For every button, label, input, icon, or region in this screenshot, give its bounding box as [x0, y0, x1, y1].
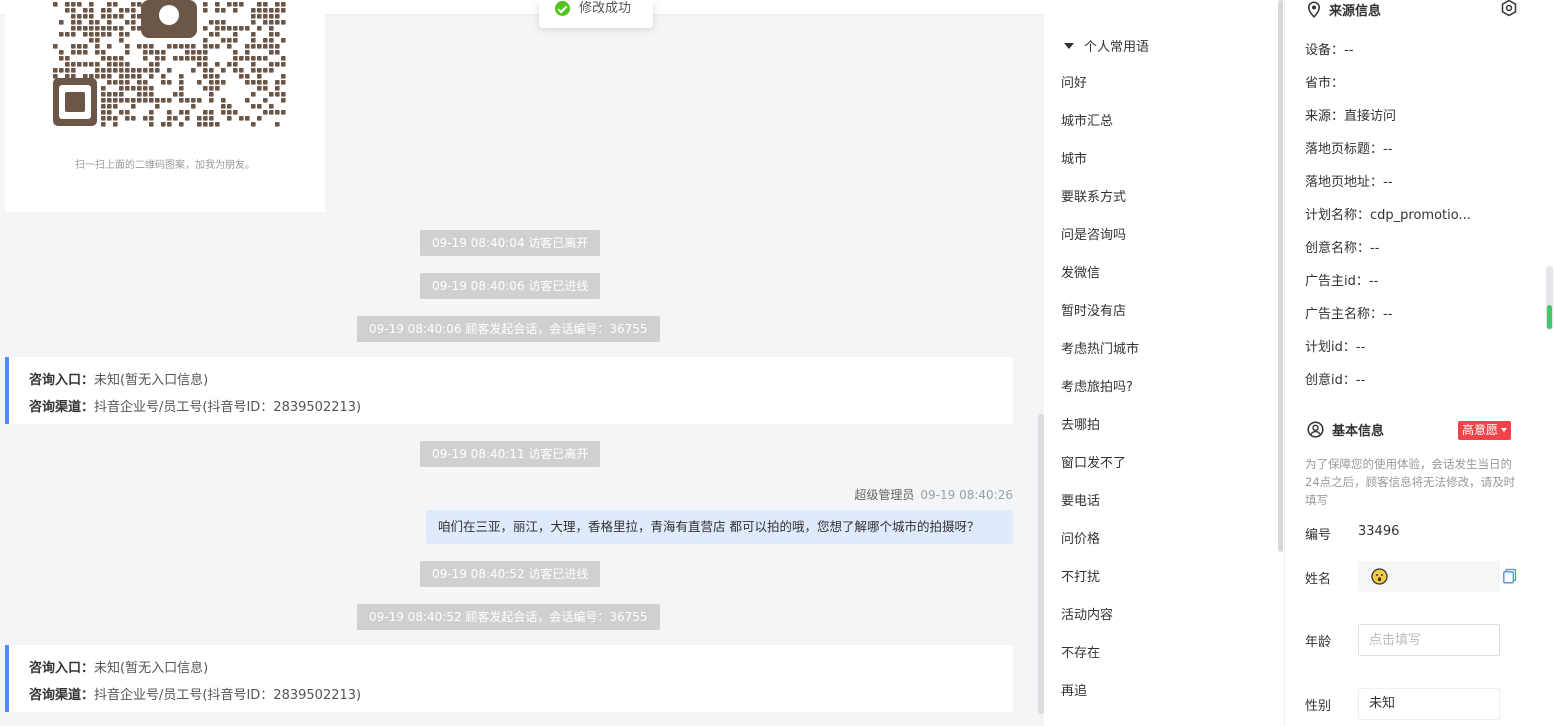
agent-message-bubble[interactable]: 咱们在三亚，丽江，大理，香格里拉，青海有直营店 都可以拍的哦，您想了解哪个城市的… [426, 510, 1013, 544]
settings-icon[interactable] [1500, 0, 1518, 17]
name-label: 姓名 [1305, 572, 1332, 587]
location-pin-icon [1307, 1, 1321, 18]
message-meta: 超级管理员 09-19 08:40:26 [854, 486, 1013, 503]
phrase-item[interactable]: 去哪拍 [1061, 407, 1139, 445]
source-row-device: 设备：-- [1305, 43, 1354, 58]
consult-entry: 咨询入口：未知(暂无入口信息) [29, 661, 209, 676]
gender-select[interactable]: 未知 [1358, 688, 1500, 720]
caret-down-icon [1064, 43, 1074, 49]
qr-code-card: 扫一扫上面的二维码图案，加我为朋友。 [5, 0, 325, 212]
phrase-item[interactable]: 不存在 [1061, 635, 1139, 673]
id-label: 编号 [1305, 528, 1332, 543]
phrase-item[interactable]: 暂时没有店 [1061, 293, 1139, 331]
source-row-landing-url: 落地页地址：-- [1305, 175, 1393, 190]
qr-caption: 扫一扫上面的二维码图案，加我为朋友。 [75, 160, 255, 171]
success-toast: 修改成功 [539, 0, 653, 28]
system-event: 09-19 08:40:52 顾客发起会话，会话编号：36755 [357, 604, 660, 630]
qr-code-image [53, 0, 286, 127]
phrase-item[interactable]: 考虑热门城市 [1061, 331, 1139, 369]
phrase-item[interactable]: 城市汇总 [1061, 103, 1139, 141]
phrase-item[interactable]: 问好 [1061, 65, 1139, 103]
intent-level-dropdown[interactable]: 高意愿 [1458, 421, 1512, 440]
phrases-scrollbar[interactable] [1278, 0, 1283, 552]
message-sender: 超级管理员 [854, 488, 915, 502]
consult-info-card: 咨询入口：未知(暂无入口信息) 咨询渠道：抖音企业号/员工号(抖音号ID：283… [5, 645, 1013, 712]
user-circle-icon [1307, 421, 1324, 438]
id-value: 33496 [1358, 524, 1400, 539]
basic-info-note: 为了保障您的使用体验，会话发生当日的24点之后，顾客信息将无法修改，请及时填写 [1305, 457, 1516, 507]
phrase-list: 问好 城市汇总 城市 要联系方式 问是咨询吗 发微信 暂时没有店 考虑热门城市 … [1061, 65, 1139, 711]
message-time: 09-19 08:40:26 [920, 488, 1013, 502]
consult-channel: 咨询渠道：抖音企业号/员工号(抖音号ID：2839502213) [29, 688, 362, 703]
age-input[interactable] [1358, 624, 1500, 656]
chat-panel: 扫一扫上面的二维码图案，加我为朋友。 09-19 08:40:04 访客已离开 … [0, 0, 1044, 726]
phrase-item[interactable]: 活动内容 [1061, 597, 1139, 635]
source-row-landing-title: 落地页标题：-- [1305, 142, 1393, 157]
source-row-advertiser-id: 广告主id：-- [1305, 274, 1379, 289]
phrase-group-title: 个人常用语 [1084, 40, 1150, 55]
system-event: 09-19 08:40:06 访客已进线 [420, 273, 601, 299]
phrase-item[interactable]: 城市 [1061, 141, 1139, 179]
phrase-item[interactable]: 再追 [1061, 673, 1139, 711]
consult-entry: 咨询入口：未知(暂无入口信息) [29, 373, 209, 388]
phrase-item[interactable]: 考虑旅拍吗? [1061, 369, 1139, 407]
source-info-title: 来源信息 [1307, 0, 1381, 19]
info-scrollbar-thumb[interactable] [1547, 305, 1552, 329]
consult-info-card: 咨询入口：未知(暂无入口信息) 咨询渠道：抖音企业号/员工号(抖音号ID：283… [5, 357, 1013, 424]
phrase-item[interactable]: 问价格 [1061, 521, 1139, 559]
copy-icon[interactable] [1502, 568, 1518, 584]
source-row-plan-id: 计划id：-- [1305, 340, 1366, 355]
face-emoji-icon [1371, 568, 1388, 585]
caret-down-icon [1501, 428, 1508, 432]
quick-phrases-panel: 个人常用语 问好 城市汇总 城市 要联系方式 问是咨询吗 发微信 暂时没有店 考… [1044, 0, 1284, 726]
system-event: 09-19 08:40:06 顾客发起会话，会话编号：36755 [357, 316, 660, 342]
phrase-item[interactable]: 不打扰 [1061, 559, 1139, 597]
phrase-item[interactable]: 要联系方式 [1061, 179, 1139, 217]
source-row-creative-name: 创意名称：-- [1305, 241, 1380, 256]
source-row-advertiser-name: 广告主名称：-- [1305, 307, 1393, 322]
gender-label: 性别 [1305, 699, 1332, 714]
consult-channel: 咨询渠道：抖音企业号/员工号(抖音号ID：2839502213) [29, 400, 362, 415]
basic-info-title: 基本信息 [1307, 420, 1384, 439]
system-event: 09-19 08:40:04 访客已离开 [420, 230, 601, 256]
phrase-item[interactable]: 要电话 [1061, 483, 1139, 521]
phrase-group-header[interactable]: 个人常用语 [1064, 36, 1149, 55]
phrase-item[interactable]: 窗口发不了 [1061, 445, 1139, 483]
toast-text: 修改成功 [579, 1, 632, 16]
phrase-item[interactable]: 发微信 [1061, 255, 1139, 293]
age-label: 年龄 [1305, 635, 1332, 650]
source-row-region: 省市： [1305, 76, 1345, 91]
visitor-info-panel: 来源信息 设备：-- 省市： 来源：直接访问 落地页标题：-- 落地页地址：--… [1285, 0, 1555, 726]
system-event: 09-19 08:40:11 访客已离开 [420, 441, 601, 467]
source-row-plan-name: 计划名称：cdp_promotio... [1305, 208, 1471, 223]
check-circle-icon [555, 1, 570, 16]
phrase-item[interactable]: 问是咨询吗 [1061, 217, 1139, 255]
system-event: 09-19 08:40:52 访客已进线 [420, 561, 601, 587]
source-row-creative-id: 创意id：-- [1305, 373, 1366, 388]
source-row-origin: 来源：直接访问 [1305, 109, 1397, 124]
